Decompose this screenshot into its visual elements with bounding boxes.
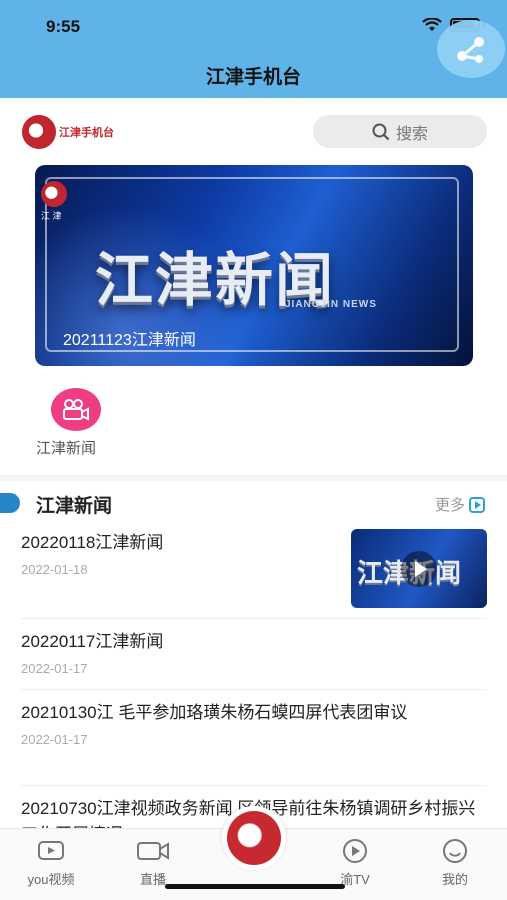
category-label: 江津新闻 [36, 440, 97, 457]
news-date: 2022-01-18 [21, 562, 88, 577]
tv-play-icon [320, 837, 390, 865]
list-separator [21, 689, 487, 690]
search-icon [372, 123, 390, 140]
news-item[interactable]: 20220118江津新闻 2022-01-18 [21, 530, 341, 577]
smile-icon [420, 837, 490, 865]
more-arrow-icon [469, 496, 485, 513]
section-title: 江津新闻 [36, 496, 113, 517]
banner-logo-icon [41, 181, 67, 207]
news-item[interactable]: 20210130江 毛平参加珞璜朱杨石蟆四屏代表团审议 2022-01-17 [21, 700, 487, 747]
news-title: 20210130江 毛平参加珞璜朱杨石蟆四屏代表团审议 [21, 703, 408, 722]
home-indicator [165, 884, 345, 889]
play-icon[interactable] [401, 551, 437, 587]
tab-yu-tv[interactable]: 渝TV [320, 837, 390, 888]
page-title: 江津手机台 [205, 67, 301, 88]
news-title: 20220118江津新闻 [21, 533, 164, 552]
tab-label: 直播 [139, 872, 166, 887]
wifi-icon [422, 18, 442, 31]
status-time: 9:55 [46, 17, 81, 36]
featured-banner[interactable]: 江 津 江津新闻 JIANGJIN NEWS 20211123江津新闻 [35, 165, 473, 366]
app-logo: 江津手机台 [22, 115, 114, 149]
list-separator [21, 618, 487, 619]
home-logo-icon [227, 811, 281, 865]
tab-live[interactable]: 直播 [118, 837, 188, 888]
banner-caption: 20211123江津新闻 [63, 332, 196, 349]
tab-you-video[interactable]: you视频 [16, 837, 86, 888]
tab-home[interactable] [222, 806, 286, 870]
list-separator [21, 785, 487, 786]
logo-mark-icon [22, 115, 56, 149]
logo-text: 江津手机台 [59, 127, 114, 139]
news-date: 2022-01-17 [21, 661, 88, 676]
news-date: 2022-01-17 [21, 732, 88, 747]
video-camera-icon [51, 388, 101, 431]
section-divider [0, 475, 507, 481]
news-thumbnail[interactable]: 江津新闻 [351, 529, 487, 608]
share-button[interactable] [437, 20, 505, 78]
news-item[interactable]: 20220117江津新闻 2022-01-17 [21, 629, 487, 676]
more-label: 更多 [434, 497, 465, 514]
banner-subtitle: JIANGJIN NEWS [285, 299, 377, 310]
top-header: 9:55 江津手机台 [0, 0, 507, 98]
section-accent-bar [0, 493, 20, 513]
share-icon [457, 37, 484, 63]
video-icon [16, 837, 86, 865]
banner-brand: 江 津 [41, 211, 62, 221]
more-button[interactable]: 更多 [435, 494, 485, 515]
camera-icon [118, 837, 188, 865]
search-input[interactable]: 搜索 [313, 115, 487, 148]
tab-label: 我的 [441, 872, 468, 887]
news-title: 20220117江津新闻 [21, 632, 164, 651]
search-placeholder: 搜索 [395, 125, 428, 143]
tab-mine[interactable]: 我的 [420, 837, 490, 888]
category-jiangjin-news[interactable]: 江津新闻 [36, 388, 116, 458]
tab-label: you视频 [27, 872, 75, 887]
